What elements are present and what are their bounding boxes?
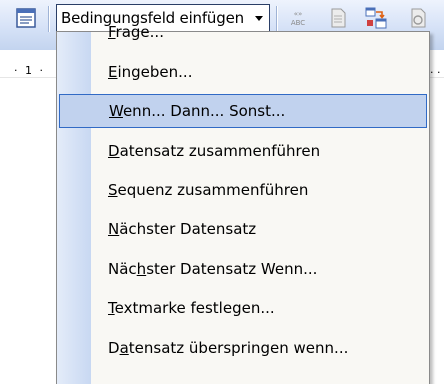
menu-item-label-rest: rage... [115,23,164,41]
menu-item-label-rest: extmarke festlegen... [114,299,275,317]
ruler-left-marks: · 1 · [14,64,45,77]
menu-item-label: Eingeben... [108,63,192,81]
toolbar-separator [48,6,50,32]
menu-item-label: Wenn... Dann... Sonst... [109,102,285,120]
menu-item[interactable]: Nächster Datensatz Wenn... [59,252,427,286]
menu-item[interactable]: Datensatz zusammenführen [59,134,427,168]
menu-item-label-rest: enn... Dann... Sonst... [122,102,286,120]
menu-item-accelerator: W [109,102,123,120]
menu-item-label-rest: ächster Datensatz [119,220,257,238]
menu-item[interactable]: Frage... [59,15,427,49]
menu-item-label: Datensatz überspringen wenn... [108,339,348,357]
menu-item-accelerator: F [108,23,116,41]
menu-item-label-rest: atensatz zusammenführen [119,142,321,160]
menu-item-label-rest: tensatz überspringen wenn... [128,339,349,357]
menu-item-label-rest: ingeben... [117,63,193,81]
menu-item-label-rest: equenz zusammenführen [117,181,309,199]
menu-item-label-rest: ster Datensatz Wenn... [146,260,318,278]
insert-word-field-menu: Frage... Eingeben... Wenn... Dann... Sonst… [56,23,430,384]
menu-item-accelerator: S [108,181,118,199]
menu-item[interactable]: Nächster Datensatz [59,212,427,246]
menu-item[interactable]: Wenn... Dann... Sonst... [59,94,427,128]
menu-item-accelerator: D [108,142,120,160]
menu-item-label: Sequenz zusammenführen [108,181,308,199]
menu-item-label: Textmarke festlegen... [108,299,275,317]
word-window: Bedingungsfeld einfügen «» ABC · 1 · · ·… [0,0,444,384]
menu-item-label: Nächster Datensatz Wenn... [108,260,317,278]
menu-item-accelerator: T [108,299,115,317]
menu-item-label: Nächster Datensatz [108,220,256,238]
menu-item-accelerator: a [119,339,129,357]
menu-item[interactable]: Textmarke festlegen... [59,291,427,325]
menu-item-label-prefix: Näc [108,260,137,278]
menu-item[interactable]: Datensatz überspringen wenn... [59,331,427,365]
menu-item-label: Frage... [108,23,164,41]
menu-item-label: Datensatz zusammenführen [108,142,320,160]
menu-item-label-prefix: D [108,339,120,357]
menu-item[interactable]: Sequenz zusammenführen [59,173,427,207]
document-icon[interactable] [14,6,38,30]
menu-item[interactable]: Eingeben... [59,55,427,89]
menu-item-accelerator: h [136,260,147,278]
menu-item-accelerator: N [108,220,120,238]
